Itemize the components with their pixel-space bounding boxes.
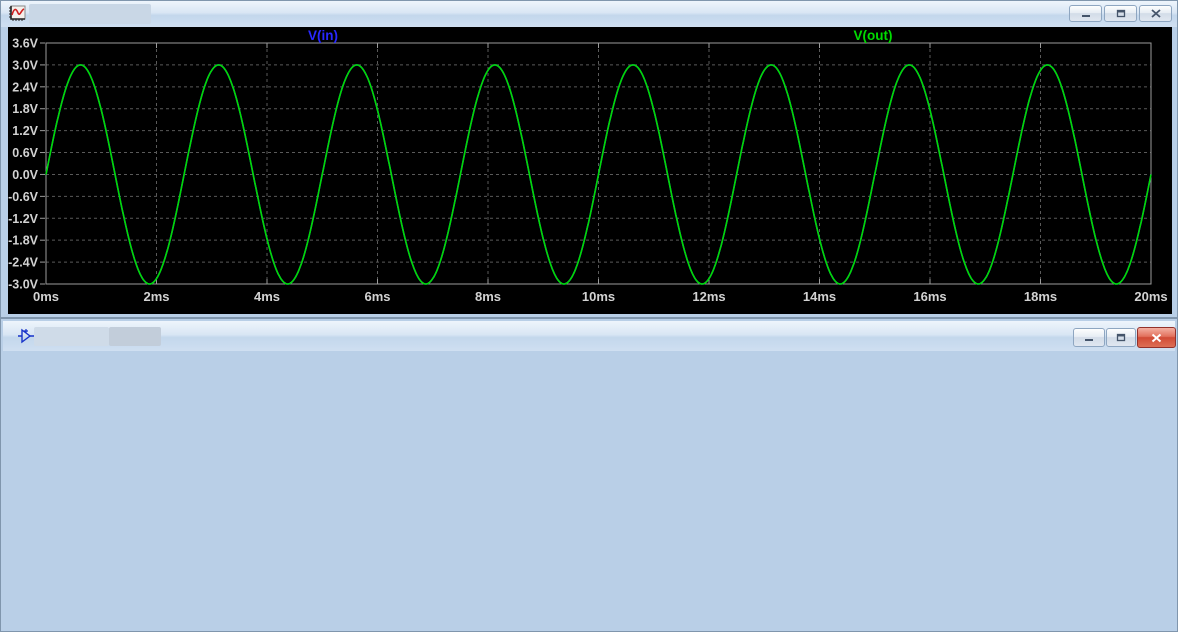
schematic-window-title-2 [109,327,161,346]
close-button[interactable] [1139,5,1172,22]
x-tick-label: 16ms [913,289,946,304]
waveform-plot-area[interactable]: 3.6V 3.0V 2.4V 1.8V 1.2V 0.6V 0.0V -0.6V -1.2V -1… [8,27,1172,314]
minimize-button[interactable] [1069,5,1102,22]
close-button[interactable] [1137,327,1176,348]
x-tick-label: 4ms [254,289,280,304]
legend-Vout[interactable]: V(out) [854,28,893,43]
y-tick-label: 2.4V [12,80,38,94]
schematic-window-titlebar[interactable] [3,321,1176,351]
x-tick-label: 12ms [692,289,725,304]
minimize-button[interactable] [1073,328,1105,347]
x-tick-label: 14ms [803,289,836,304]
y-tick-label: 1.2V [12,124,38,138]
legend-Vin[interactable]: V(in) [308,28,338,43]
x-tick-label: 0ms [33,289,59,304]
x-tick-label: 10ms [582,289,615,304]
x-tick-label: 2ms [143,289,169,304]
desktop: 3.6V 3.0V 2.4V 1.8V 1.2V 0.6V 0.0V -0.6V -1.2V -1… [0,0,1178,632]
x-tick-label: 18ms [1024,289,1057,304]
waveform-window-titlebar[interactable] [1,1,1177,27]
y-tick-label: 0.0V [12,168,38,182]
y-tick-label: -1.8V [8,234,39,248]
y-tick-label: 0.6V [12,146,38,160]
restore-button[interactable] [1104,5,1137,22]
schematic-icon [17,327,35,350]
y-tick-label: 1.8V [12,102,38,116]
x-tick-label: 8ms [475,289,501,304]
restore-button[interactable] [1106,328,1136,347]
waveform-window: 3.6V 3.0V 2.4V 1.8V 1.2V 0.6V 0.0V -0.6V -1.2V -1… [0,0,1178,318]
y-tick-label: 3.6V [12,37,38,51]
y-tick-label: -2.4V [8,256,39,270]
schematic-window: IN : Signal sinusoidale +-3V et pas d'of… [0,318,1178,632]
x-tick-label: 6ms [364,289,390,304]
y-tick-label: -0.6V [8,190,39,204]
x-tick-label: 20ms [1134,289,1167,304]
schematic-window-title [34,327,109,346]
waveform-icon [8,5,26,28]
waveform-window-title [29,4,151,24]
y-tick-label: -1.2V [8,212,39,226]
y-tick-label: 3.0V [12,58,38,72]
